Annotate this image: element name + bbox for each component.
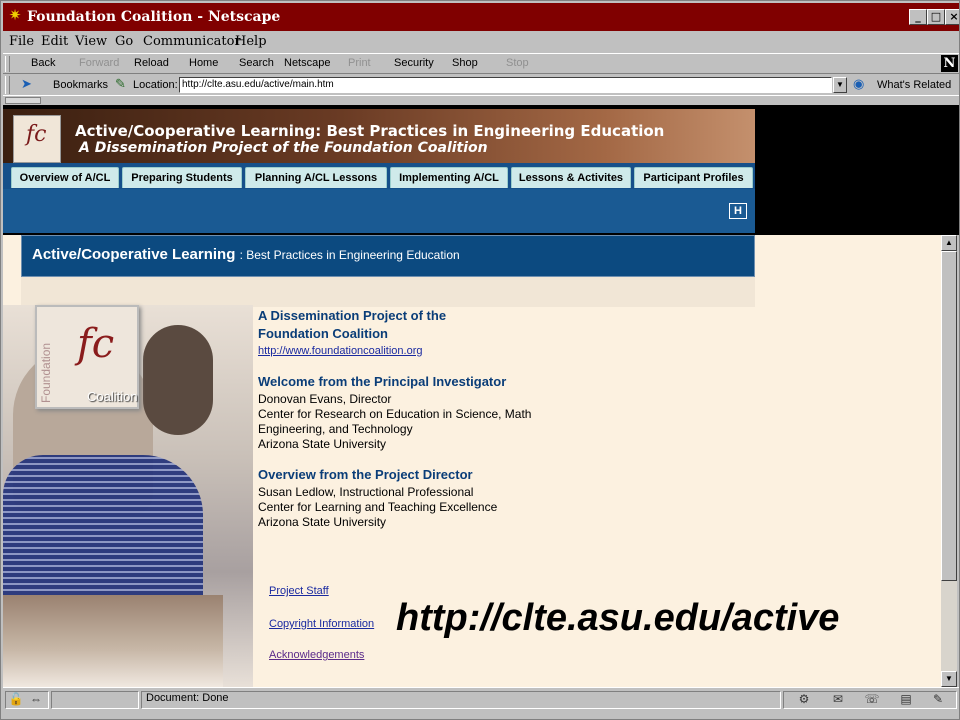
mail-icon[interactable]: ✉ — [829, 691, 847, 707]
page-title-bar: Active/Cooperative Learning : Best Pract… — [21, 235, 755, 277]
tab-lessons-activities[interactable]: Lessons & Activites — [511, 167, 631, 188]
acknowledgements-link[interactable]: Acknowledgements — [269, 649, 364, 661]
header-frame-edge — [941, 105, 959, 235]
personal-toolbar — [3, 95, 959, 105]
navigator-icon[interactable]: ⚙ — [795, 691, 813, 707]
overlay-url-text: http://clte.asu.edu/active — [396, 597, 840, 639]
page-title: Active/Cooperative Learning : Best Pract… — [32, 246, 460, 263]
whats-related-button[interactable]: What's Related — [877, 79, 951, 91]
shop-button[interactable]: Shop — [452, 57, 478, 69]
tab-overview[interactable]: Overview of A/CL — [11, 167, 119, 188]
header-frame: fc Active/Cooperative Learning: Best Pra… — [3, 105, 941, 235]
navigation-toolbar: Back Forward Reload Home Search Netscape… — [3, 53, 959, 73]
title-bar: ✷ Foundation Coalition - Netscape _ □ × — [3, 3, 959, 31]
netscape-button[interactable]: Netscape — [284, 57, 330, 69]
scroll-down-icon[interactable]: ▼ — [941, 671, 957, 687]
copyright-link[interactable]: Copyright Information — [269, 618, 374, 630]
banner-logo-mark: fc — [26, 122, 47, 147]
status-text: Document: Done — [146, 692, 229, 704]
security-lock-icon[interactable]: 🔓 — [7, 691, 25, 707]
netscape-logo-icon[interactable]: N — [941, 55, 958, 72]
browser-window: ✷ Foundation Coalition - Netscape _ □ × … — [0, 0, 960, 720]
back-button[interactable]: Back — [31, 57, 55, 69]
progress-panel — [51, 691, 139, 709]
foundation-coalition-logo: fc Foundation Coalition — [35, 305, 139, 409]
page-title-sub: : Best Practices in Engineering Educatio… — [239, 248, 460, 262]
minimize-button[interactable]: _ — [909, 9, 927, 25]
banner-subtitle: A Dissemination Project of the Foundatio… — [79, 140, 488, 156]
dissemination-heading-1: A Dissemination Project of the — [258, 308, 447, 323]
page-content: fc Active/Cooperative Learning: Best Pra… — [3, 105, 941, 687]
location-bar: ➤ Bookmarks ✎ Location: http://clte.asu.… — [3, 73, 959, 95]
overview-line-2: Center for Learning and Teaching Excelle… — [258, 500, 498, 514]
home-icon[interactable]: H — [729, 203, 747, 219]
project-staff-link[interactable]: Project Staff — [269, 585, 329, 597]
location-label: Location: — [133, 79, 178, 91]
welcome-line-4: Arizona State University — [258, 437, 387, 451]
foundation-coalition-link[interactable]: http://www.foundationcoalition.org — [258, 345, 423, 357]
forward-button[interactable]: Forward — [79, 57, 119, 69]
fc-logo-foundation: Foundation — [39, 342, 53, 403]
vertical-scrollbar[interactable]: ▲ ▼ — [941, 235, 957, 687]
whats-related-icon[interactable]: ◉ — [853, 76, 864, 92]
close-button[interactable]: × — [945, 9, 959, 25]
status-text-panel — [141, 691, 781, 709]
tab-planning[interactable]: Planning A/CL Lessons — [245, 167, 387, 188]
site-banner: fc Active/Cooperative Learning: Best Pra… — [3, 109, 755, 163]
search-button[interactable]: Search — [239, 57, 274, 69]
tab-participant-profiles[interactable]: Participant Profiles — [634, 167, 753, 188]
status-bar: 🔓 ⇔ Document: Done ⚙ ✉ ☏ ▤ ✎ — [3, 687, 959, 717]
reload-button[interactable]: Reload — [134, 57, 169, 69]
scrollbar-thumb[interactable] — [941, 251, 957, 581]
photo-plaid-shirt — [3, 455, 203, 595]
bookmarks-button[interactable]: Bookmarks — [53, 79, 108, 91]
discussion-icon[interactable]: ☏ — [863, 691, 881, 707]
welcome-heading[interactable]: Welcome from the Principal Investigator — [258, 374, 506, 389]
title-shadow — [21, 277, 755, 307]
overview-heading[interactable]: Overview from the Project Director — [258, 467, 473, 482]
bookmarks-icon[interactable]: ➤ — [21, 76, 32, 92]
menu-communicator[interactable]: Communicator — [143, 34, 241, 49]
photo-bottom-group — [3, 595, 223, 687]
connection-icon[interactable]: ⇔ — [27, 691, 45, 707]
location-dropdown-icon[interactable]: ▼ — [833, 77, 847, 93]
home-button[interactable]: Home — [189, 57, 218, 69]
netscape-icon: ✷ — [8, 7, 22, 24]
overview-line-3: Arizona State University — [258, 515, 387, 529]
overview-line-1: Susan Ledlow, Instructional Professional — [258, 485, 474, 499]
location-grip[interactable] — [5, 76, 10, 94]
menu-view[interactable]: View — [75, 34, 107, 49]
menu-file[interactable]: File — [9, 34, 34, 49]
tab-preparing-students[interactable]: Preparing Students — [122, 167, 242, 188]
menu-edit[interactable]: Edit — [41, 34, 68, 49]
toolbar-grip[interactable] — [5, 56, 10, 72]
fc-logo-coalition: Coalition — [87, 389, 138, 404]
menu-help[interactable]: Help — [235, 34, 267, 49]
stop-button[interactable]: Stop — [506, 57, 529, 69]
window-title: Foundation Coalition - Netscape — [27, 9, 281, 25]
banner-logo: fc — [13, 115, 61, 163]
welcome-line-2: Center for Research on Education in Scie… — [258, 407, 532, 421]
menu-go[interactable]: Go — [115, 34, 133, 49]
dissemination-heading-2: Foundation Coalition — [258, 326, 388, 341]
welcome-line-1: Donovan Evans, Director — [258, 392, 392, 406]
fc-logo-mark: fc — [77, 321, 115, 367]
photo-face-shape-2 — [143, 325, 213, 435]
section-tabs: Overview of A/CL Preparing Students Plan… — [3, 163, 755, 189]
banner-title: Active/Cooperative Learning: Best Practi… — [75, 122, 665, 140]
scroll-up-icon[interactable]: ▲ — [941, 235, 957, 251]
composer-icon[interactable]: ▤ — [897, 691, 915, 707]
maximize-button[interactable]: □ — [927, 9, 945, 25]
location-input[interactable]: http://clte.asu.edu/active/main.htm — [179, 77, 832, 93]
page-title-main: Active/Cooperative Learning — [32, 246, 236, 263]
tab-implementing[interactable]: Implementing A/CL — [390, 167, 508, 188]
conference-icon[interactable]: ✎ — [929, 691, 947, 707]
welcome-line-3: Engineering, and Technology — [258, 422, 413, 436]
page-proxy-icon[interactable]: ✎ — [115, 76, 126, 92]
print-button[interactable]: Print — [348, 57, 371, 69]
menu-bar: File Edit View Go Communicator Help — [3, 31, 959, 53]
header-blue-band: H — [3, 189, 755, 233]
personal-toolbar-tab[interactable] — [5, 97, 41, 104]
security-button[interactable]: Security — [394, 57, 434, 69]
